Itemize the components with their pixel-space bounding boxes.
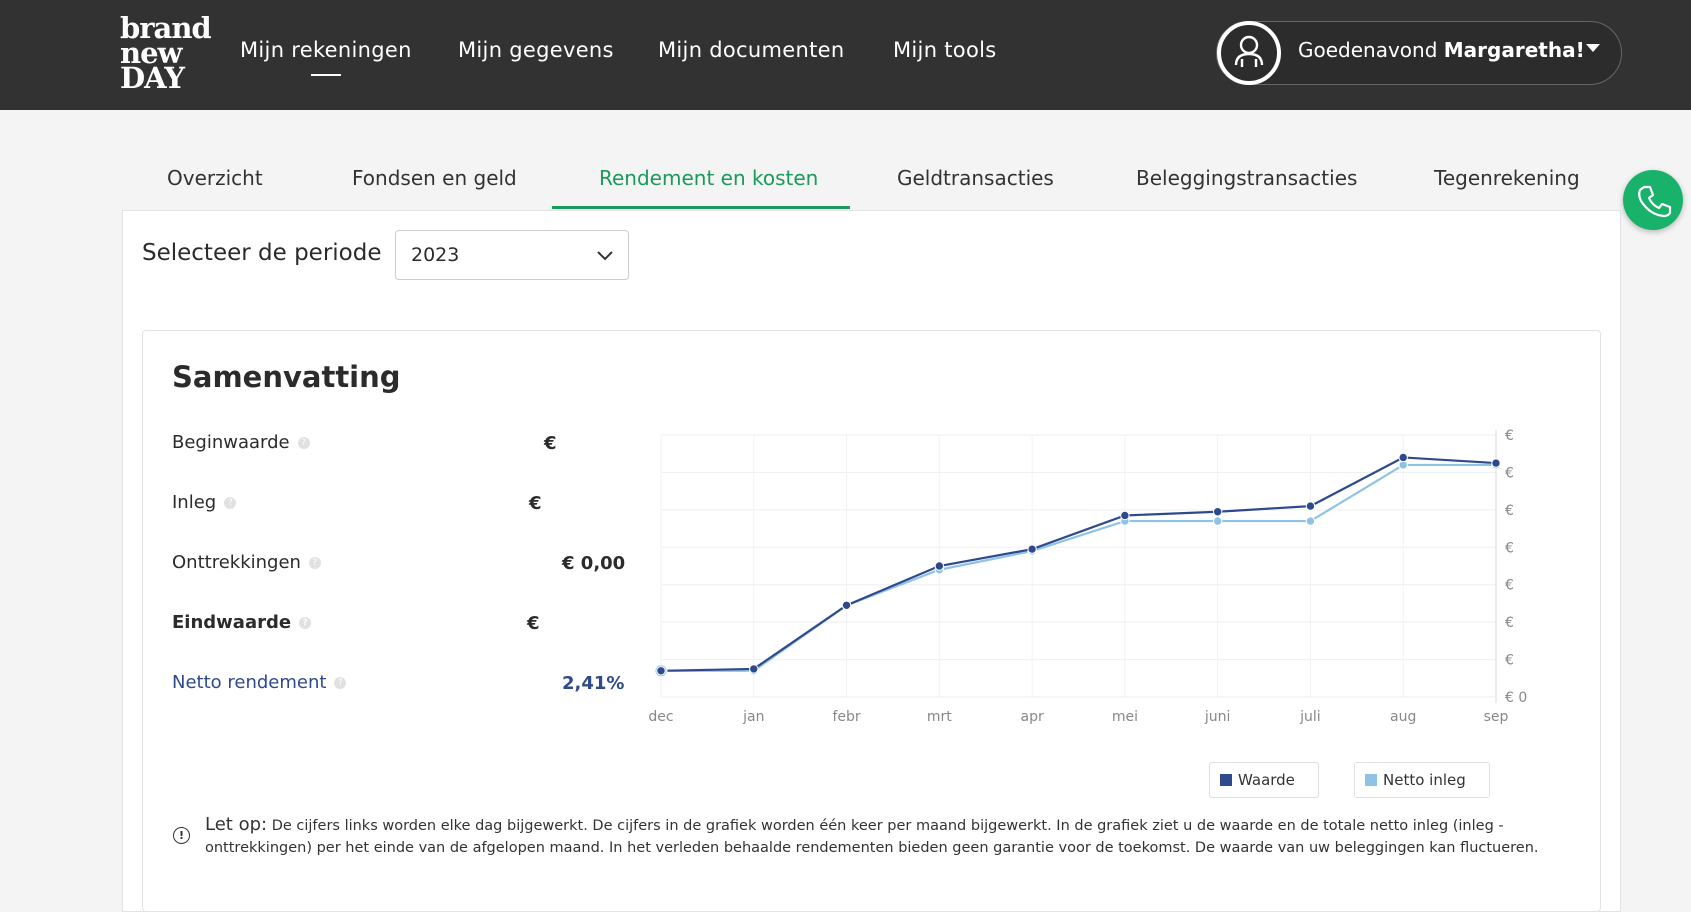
data-point-waarde xyxy=(1305,501,1316,511)
active-tab-indicator xyxy=(552,206,850,209)
nav-mijn-rekeningen[interactable]: Mijn rekeningen xyxy=(240,38,412,76)
info-icon: ! xyxy=(173,827,190,844)
y-tick-label: € 0 xyxy=(1505,690,1527,706)
y-tick-label: € xyxy=(1505,653,1514,669)
row-eindwaarde-value: € xyxy=(527,613,540,634)
data-point-waarde xyxy=(934,561,945,571)
y-tick-label: € xyxy=(1505,578,1514,594)
x-tick-label: juni xyxy=(1204,709,1231,725)
data-point-waarde xyxy=(749,664,759,674)
x-tick-label: febr xyxy=(832,709,860,725)
row-inleg-value: € xyxy=(529,493,542,514)
tab-overzicht[interactable]: Overzicht xyxy=(167,166,263,190)
line-chart: dec jan febr mrt apr mei juni juli aug sep € € € € € € €… xyxy=(648,428,1527,725)
period-label: Selecteer de periode xyxy=(142,240,382,266)
x-tick-label: aug xyxy=(1390,709,1416,725)
data-point-netto-inleg xyxy=(1212,516,1223,526)
y-tick-label: € xyxy=(1505,615,1514,631)
caret-down-icon[interactable] xyxy=(1586,44,1600,52)
row-inleg-label: Inleg? xyxy=(172,492,237,513)
help-icon[interactable]: ? xyxy=(308,557,321,569)
x-tick-label: apr xyxy=(1020,709,1043,725)
y-tick-label: € xyxy=(1505,465,1514,481)
row-eindwaarde-label: Eindwaarde? xyxy=(172,612,312,633)
data-point-waarde xyxy=(656,666,666,676)
data-point-waarde xyxy=(1398,452,1408,463)
y-tick-label: € xyxy=(1505,540,1514,556)
help-icon[interactable]: ? xyxy=(334,677,347,689)
legend-swatch-netto-inleg xyxy=(1365,774,1377,786)
nav-mijn-tools[interactable]: Mijn tools xyxy=(893,38,996,70)
chevron-down-icon xyxy=(597,251,613,261)
row-beginwaarde-label: Beginwaarde? xyxy=(172,432,310,453)
data-point-netto-inleg xyxy=(1305,516,1316,526)
user-icon[interactable] xyxy=(1217,21,1281,85)
brand-logo[interactable]: brand new DAY xyxy=(120,14,212,93)
data-point-waarde xyxy=(1491,458,1501,468)
row-beginwaarde-value: € xyxy=(544,433,557,454)
disclaimer-note: Let op: De cijfers links worden elke dag… xyxy=(205,814,1539,856)
row-onttrekkingen-label: Onttrekkingen? xyxy=(172,552,321,573)
y-tick-label: € xyxy=(1505,503,1514,519)
greeting: Goedenavond Margaretha! xyxy=(1298,38,1585,62)
tab-tegenrekening[interactable]: Tegenrekening xyxy=(1434,166,1580,190)
data-point-waarde xyxy=(841,600,852,611)
nav-mijn-documenten[interactable]: Mijn documenten xyxy=(658,38,844,70)
legend-swatch-waarde xyxy=(1220,774,1232,786)
legend-netto-inleg[interactable]: Netto inleg xyxy=(1354,762,1490,798)
data-point-waarde xyxy=(1212,507,1223,517)
row-netto-rendement-value: 2,41% xyxy=(562,673,625,694)
tab-geldtransacties[interactable]: Geldtransacties xyxy=(897,166,1054,190)
y-tick-label: € xyxy=(1505,428,1514,444)
period-select-value: 2023 xyxy=(411,244,460,266)
row-onttrekkingen-value: € 0,00 xyxy=(562,553,626,574)
phone-icon[interactable] xyxy=(1623,170,1683,230)
series-line-waarde xyxy=(660,456,1497,672)
legend-waarde[interactable]: Waarde xyxy=(1209,762,1319,798)
help-icon[interactable]: ? xyxy=(297,437,310,449)
x-tick-label: juli xyxy=(1299,709,1321,725)
x-tick-label: dec xyxy=(648,709,673,725)
data-point-waarde xyxy=(1120,510,1130,521)
row-netto-rendement-label: Netto rendement? xyxy=(172,672,347,693)
summary-title: Samenvatting xyxy=(172,360,401,394)
help-icon[interactable]: ? xyxy=(224,497,237,509)
x-tick-label: mrt xyxy=(927,709,952,725)
series-line-netto-inleg xyxy=(661,463,1496,672)
data-point-waarde xyxy=(1027,544,1037,554)
help-icon[interactable]: ? xyxy=(299,617,312,629)
nav-mijn-gegevens[interactable]: Mijn gegevens xyxy=(458,38,614,70)
tab-rendement-en-kosten[interactable]: Rendement en kosten xyxy=(599,166,818,190)
tab-beleggingstransacties[interactable]: Beleggingstransacties xyxy=(1136,166,1357,190)
tab-fondsen-en-geld[interactable]: Fondsen en geld xyxy=(352,166,517,190)
x-tick-label: mei xyxy=(1112,709,1138,725)
x-tick-label: sep xyxy=(1484,709,1509,725)
x-tick-label: jan xyxy=(742,709,764,725)
